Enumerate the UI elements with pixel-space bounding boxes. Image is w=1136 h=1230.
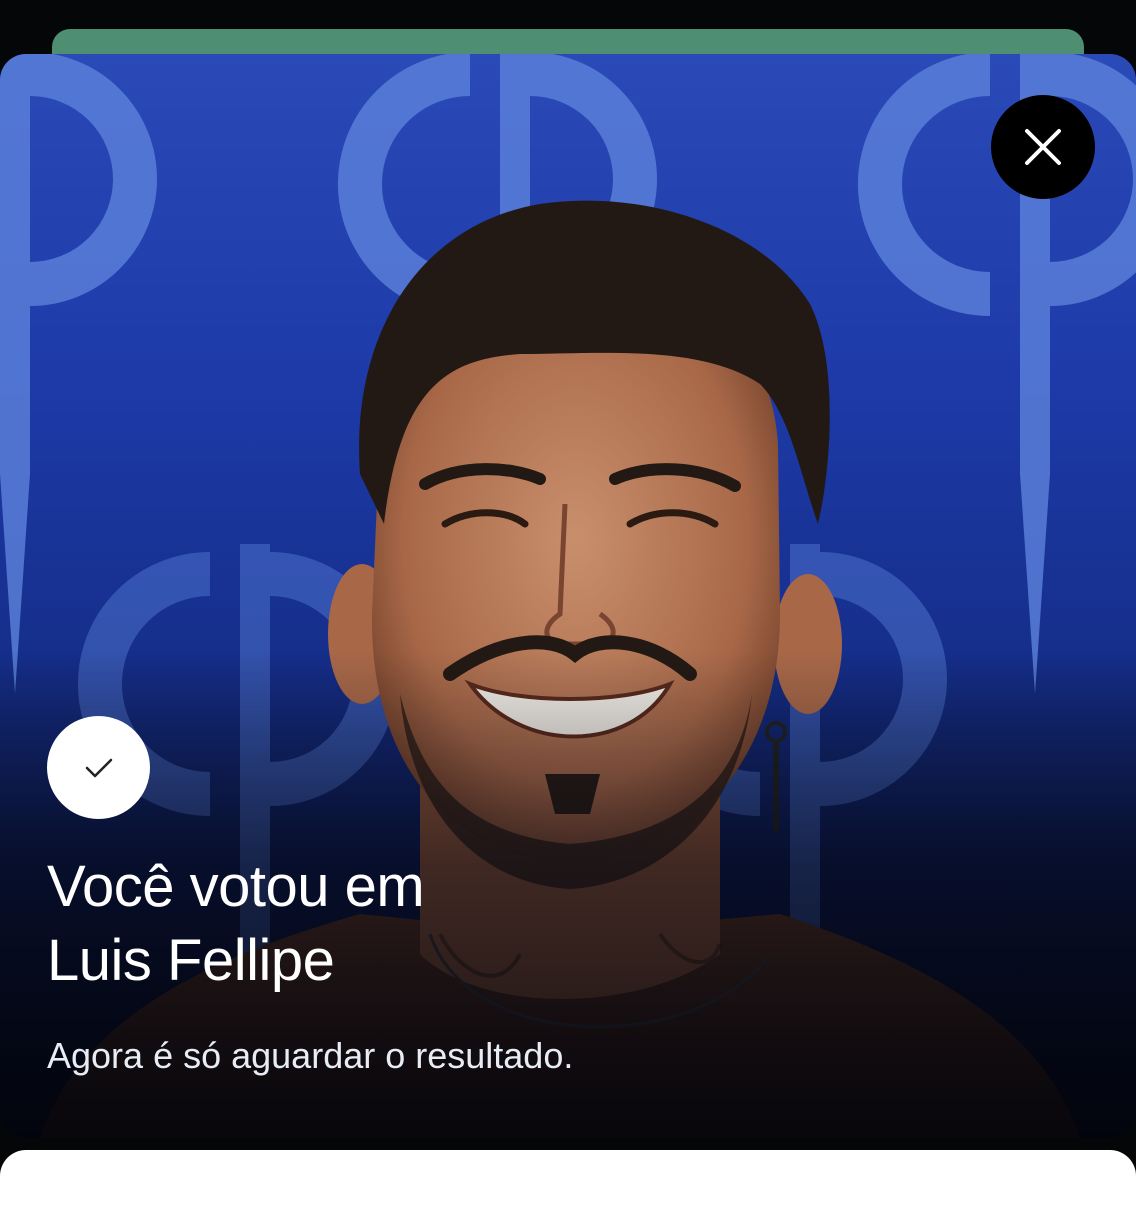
candidate-name: Luis Fellipe bbox=[47, 928, 335, 993]
close-icon bbox=[1025, 129, 1061, 165]
vote-confirmed-badge bbox=[47, 716, 150, 819]
vote-confirmation-card: Você votou em Luis Fellipe Agora é só ag… bbox=[0, 54, 1136, 1138]
bottom-sheet bbox=[0, 1150, 1136, 1230]
close-button[interactable] bbox=[991, 95, 1095, 199]
vote-confirmation-subtitle: Agora é só aguardar o resultado. bbox=[47, 1035, 574, 1076]
vote-confirmation-title: Você votou em Luis Fellipe bbox=[47, 850, 747, 998]
status-bar bbox=[0, 0, 1136, 30]
check-icon bbox=[85, 758, 112, 777]
title-line-1: Você votou em bbox=[47, 854, 425, 919]
